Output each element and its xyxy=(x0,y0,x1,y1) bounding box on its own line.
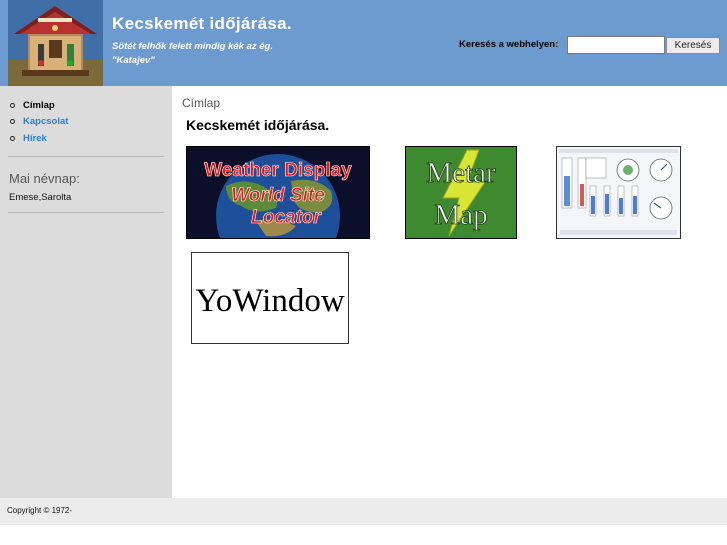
sidebar-divider xyxy=(8,156,164,157)
lightning-icon: Metar Map xyxy=(405,146,517,239)
site-title[interactable]: Kecskemét időjárása. xyxy=(112,14,292,34)
sidebar-item-hirek[interactable]: Hírek xyxy=(10,133,47,144)
sidebar: Címlap Kapcsolat Hírek Mai névnap: Emese… xyxy=(0,86,172,498)
search-input[interactable] xyxy=(567,36,665,54)
bullet-icon xyxy=(10,135,15,141)
sidebar-item-label[interactable]: Hírek xyxy=(23,133,47,144)
search-label: Keresés a webhelyen: xyxy=(459,39,559,50)
world-globe-icon: Weather Display World Site Locator xyxy=(186,146,370,278)
bullet-icon xyxy=(10,118,15,124)
site-logo[interactable] xyxy=(8,0,103,86)
site-slogan: Sötét felhők felett mindig kék az ég. "K… xyxy=(112,40,273,68)
yowindow-logo: YoWindow xyxy=(191,252,349,344)
banner-text: YoWindow xyxy=(195,283,345,319)
banner-line3: Locator xyxy=(251,207,322,228)
dashboard-gauges-icon xyxy=(556,146,681,239)
banner-line1: Weather Display xyxy=(204,160,352,181)
sidebar-item-label[interactable]: Címlap xyxy=(23,100,55,111)
yowindow-banner[interactable]: YoWindow xyxy=(191,252,349,344)
site-header: Kecskemét időjárása. Sötét felhők felett… xyxy=(0,0,727,86)
copyright-text: Copyright © 1972- xyxy=(7,506,73,515)
site-footer: Copyright © 1972- xyxy=(0,498,727,525)
banner-line1: Metar xyxy=(426,157,496,189)
sidebar-divider xyxy=(8,212,164,213)
nameday-value: Emese,Sarolta xyxy=(9,192,72,203)
weather-dashboard-thumbnail[interactable] xyxy=(556,146,681,239)
slogan-quote-author: "Katajev" xyxy=(112,55,155,66)
page-title: Kecskemét időjárása. xyxy=(186,117,330,133)
sidebar-item-label[interactable]: Kapcsolat xyxy=(23,116,68,127)
cuckoo-house-icon xyxy=(8,0,103,86)
nameday-title: Mai névnap: xyxy=(9,171,80,186)
banner-line2: Map xyxy=(434,199,487,231)
breadcrumb: Címlap xyxy=(182,96,221,110)
bullet-icon xyxy=(10,102,15,108)
banner-line2: World Site xyxy=(231,185,325,206)
metar-map-banner[interactable]: Metar Map xyxy=(405,146,517,239)
sidebar-item-cimlap[interactable]: Címlap xyxy=(10,100,55,111)
search-button[interactable]: Keresés xyxy=(666,37,720,54)
slogan-line: Sötét felhők felett mindig kék az ég. xyxy=(112,41,274,52)
weather-display-banner[interactable]: Weather Display World Site Locator xyxy=(186,146,370,278)
sidebar-item-kapcsolat[interactable]: Kapcsolat xyxy=(10,116,68,127)
